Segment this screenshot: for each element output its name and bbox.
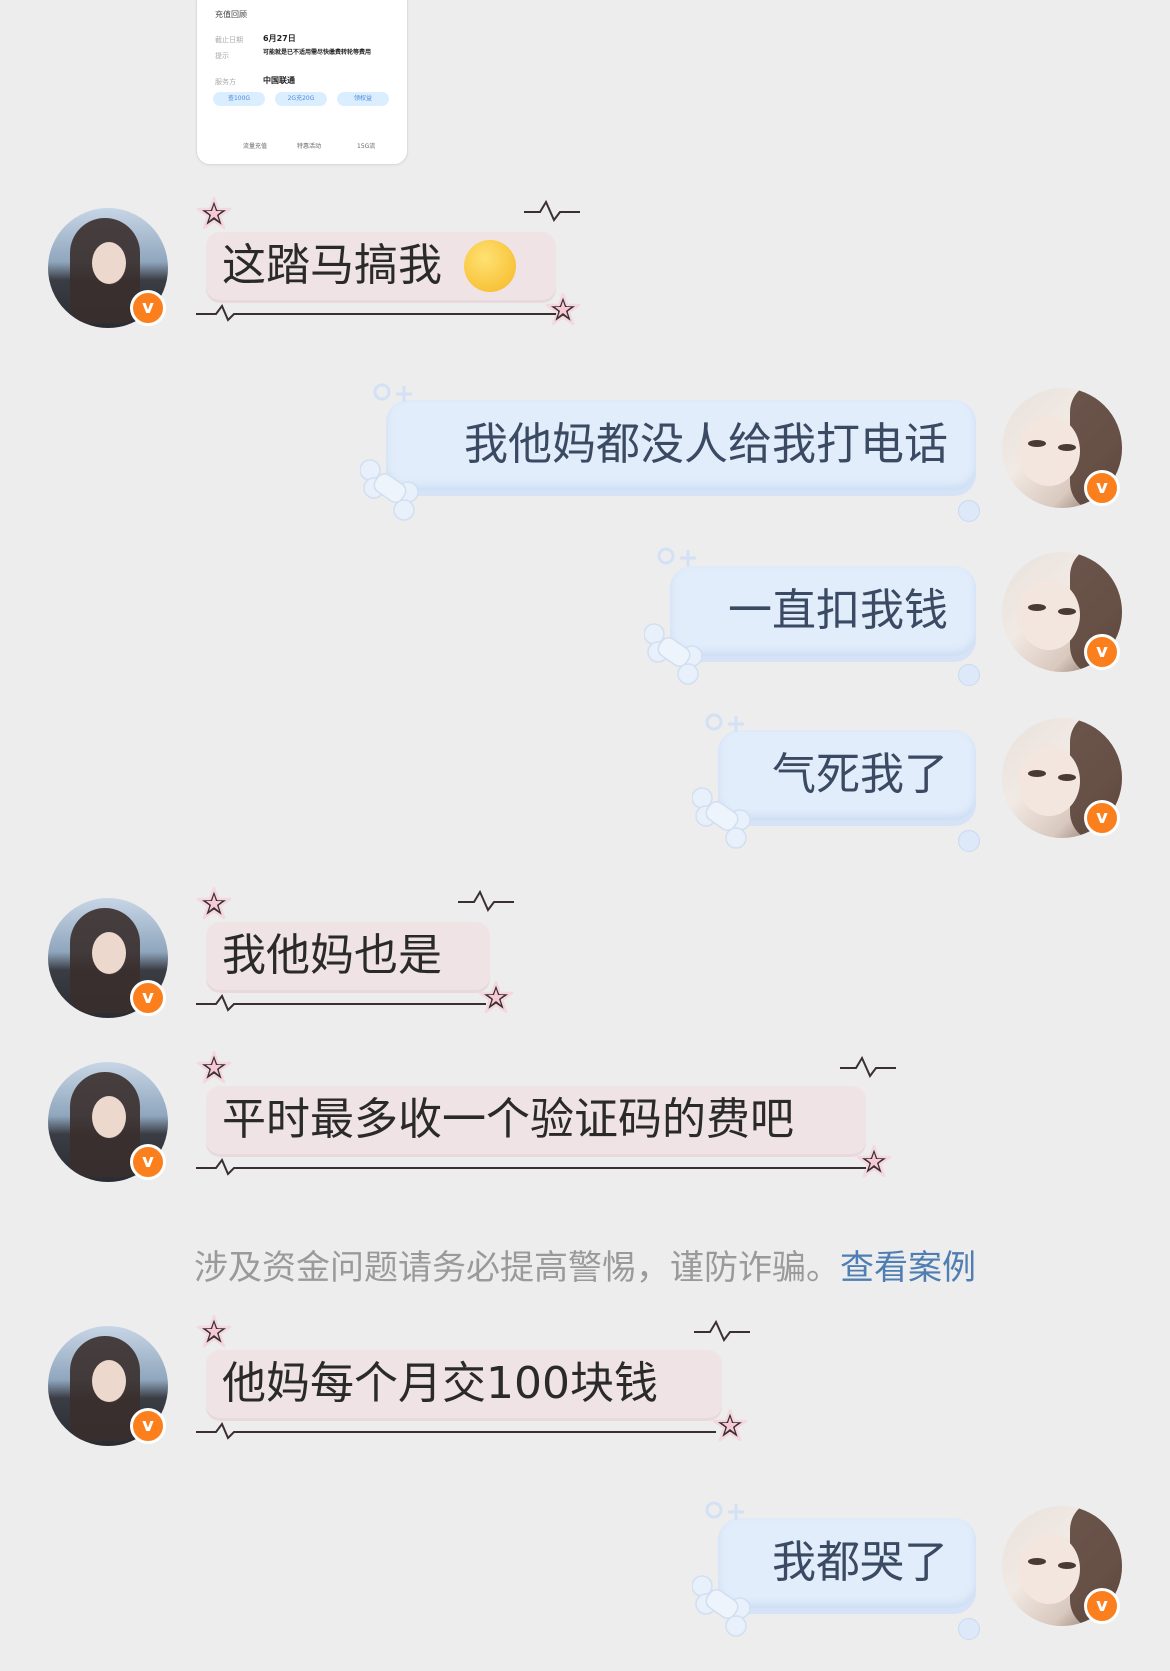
shared-card-preview[interactable]: 充值回顾 截止日期 6月27日 提示 可能就是已不适用需尽快缴费转轮等费用 服务… (196, 0, 408, 165)
verified-badge-icon: v (130, 1408, 166, 1444)
avatar-right[interactable]: v (1002, 1506, 1122, 1626)
verified-badge-icon: v (130, 980, 166, 1016)
message-bubble[interactable]: 我都哭了 (718, 1518, 976, 1608)
verified-badge-icon: v (130, 290, 166, 326)
card-footer-item: 15G流 (357, 143, 376, 150)
bubble-dot-icon (958, 664, 980, 686)
message-bubble[interactable]: 我他妈也是 (206, 922, 490, 990)
face-with-hand-emoji (464, 240, 516, 292)
heartbeat-line-icon (196, 1422, 716, 1440)
verified-badge-icon: v (1084, 470, 1120, 506)
message-text: 这踏马搞我 (222, 240, 442, 291)
card-chip[interactable]: 2G充20G (275, 92, 327, 106)
verified-badge-icon: v (130, 1144, 166, 1180)
avatar-left[interactable]: v (48, 208, 168, 328)
verified-badge-icon: v (1084, 800, 1120, 836)
verified-badge-icon: v (1084, 1588, 1120, 1624)
bone-decoration-icon (360, 459, 419, 521)
sparkle-decoration-icon (373, 383, 414, 404)
heartbeat-line-icon (196, 304, 556, 322)
card-row-label: 服务方 (215, 78, 236, 86)
bone-decoration-icon (692, 1575, 751, 1637)
avatar-right[interactable]: v (1002, 718, 1122, 838)
message-bubble[interactable]: 平时最多收一个验证码的费吧 (206, 1086, 866, 1154)
bone-decoration-icon (692, 787, 751, 849)
card-heading: 充值回顾 (215, 10, 247, 19)
heartbeat-line-icon (196, 994, 486, 1012)
message-text: 气死我了 (772, 749, 948, 800)
message-bubble[interactable]: 气死我了 (718, 730, 976, 820)
verified-badge-icon: v (1084, 634, 1120, 670)
avatar-right[interactable]: v (1002, 552, 1122, 672)
bubble-dot-icon (958, 1618, 980, 1640)
bubble-dot-icon (958, 830, 980, 852)
message-text: 一直扣我钱 (728, 585, 948, 636)
message-text: 我他妈也是 (222, 930, 442, 981)
heartbeat-mark-icon (840, 1055, 896, 1078)
sparkle-decoration-icon (705, 1501, 746, 1522)
view-cases-link[interactable]: 查看案例 (840, 1248, 976, 1288)
card-row-value: 6月27日 (263, 34, 296, 43)
heartbeat-mark-icon (458, 889, 514, 912)
card-row-value: 中国联通 (263, 76, 295, 85)
message-text: 我都哭了 (772, 1537, 948, 1588)
notice-text: 涉及资金问题请务必提高警惕，谨防诈骗。 (194, 1248, 840, 1288)
heartbeat-mark-icon (694, 1319, 750, 1342)
card-chip[interactable]: 领权益 (337, 92, 389, 106)
message-text: 我他妈都没人给我打电话 (464, 419, 948, 470)
avatar-left[interactable]: v (48, 898, 168, 1018)
star-decoration-icon (196, 1050, 232, 1084)
heartbeat-mark-icon (524, 199, 580, 222)
message-text: 平时最多收一个验证码的费吧 (222, 1094, 794, 1145)
fraud-warning-notice: 涉及资金问题请务必提高警惕，谨防诈骗。查看案例 (0, 1240, 1170, 1289)
message-bubble[interactable]: 他妈每个月交100块钱 (206, 1350, 722, 1418)
bubble-dot-icon (958, 500, 980, 522)
message-text: 他妈每个月交100块钱 (222, 1358, 658, 1409)
message-bubble[interactable]: 这踏马搞我 (206, 232, 556, 300)
card-row-label: 截止日期 (215, 36, 243, 44)
message-bubble[interactable]: 一直扣我钱 (670, 566, 976, 656)
sparkle-decoration-icon (657, 547, 698, 568)
card-footer-item: 流量充值 (243, 143, 268, 150)
star-decoration-icon (196, 886, 232, 920)
star-decoration-icon (196, 196, 232, 230)
message-bubble[interactable]: 我他妈都没人给我打电话 (386, 400, 976, 490)
avatar-right[interactable]: v (1002, 388, 1122, 508)
avatar-left[interactable]: v (48, 1062, 168, 1182)
card-chip[interactable]: 查100G (213, 92, 265, 106)
sparkle-decoration-icon (705, 713, 746, 734)
bone-decoration-icon (644, 623, 703, 685)
card-row-label: 提示 (215, 52, 229, 60)
heartbeat-line-icon (196, 1158, 866, 1176)
card-footer-item: 特惠活动 (297, 143, 322, 150)
star-decoration-icon (712, 1408, 748, 1442)
star-decoration-icon (196, 1314, 232, 1348)
card-row-value: 可能就是已不适用需尽快缴费转轮等费用 (263, 49, 372, 56)
avatar-left[interactable]: v (48, 1326, 168, 1446)
